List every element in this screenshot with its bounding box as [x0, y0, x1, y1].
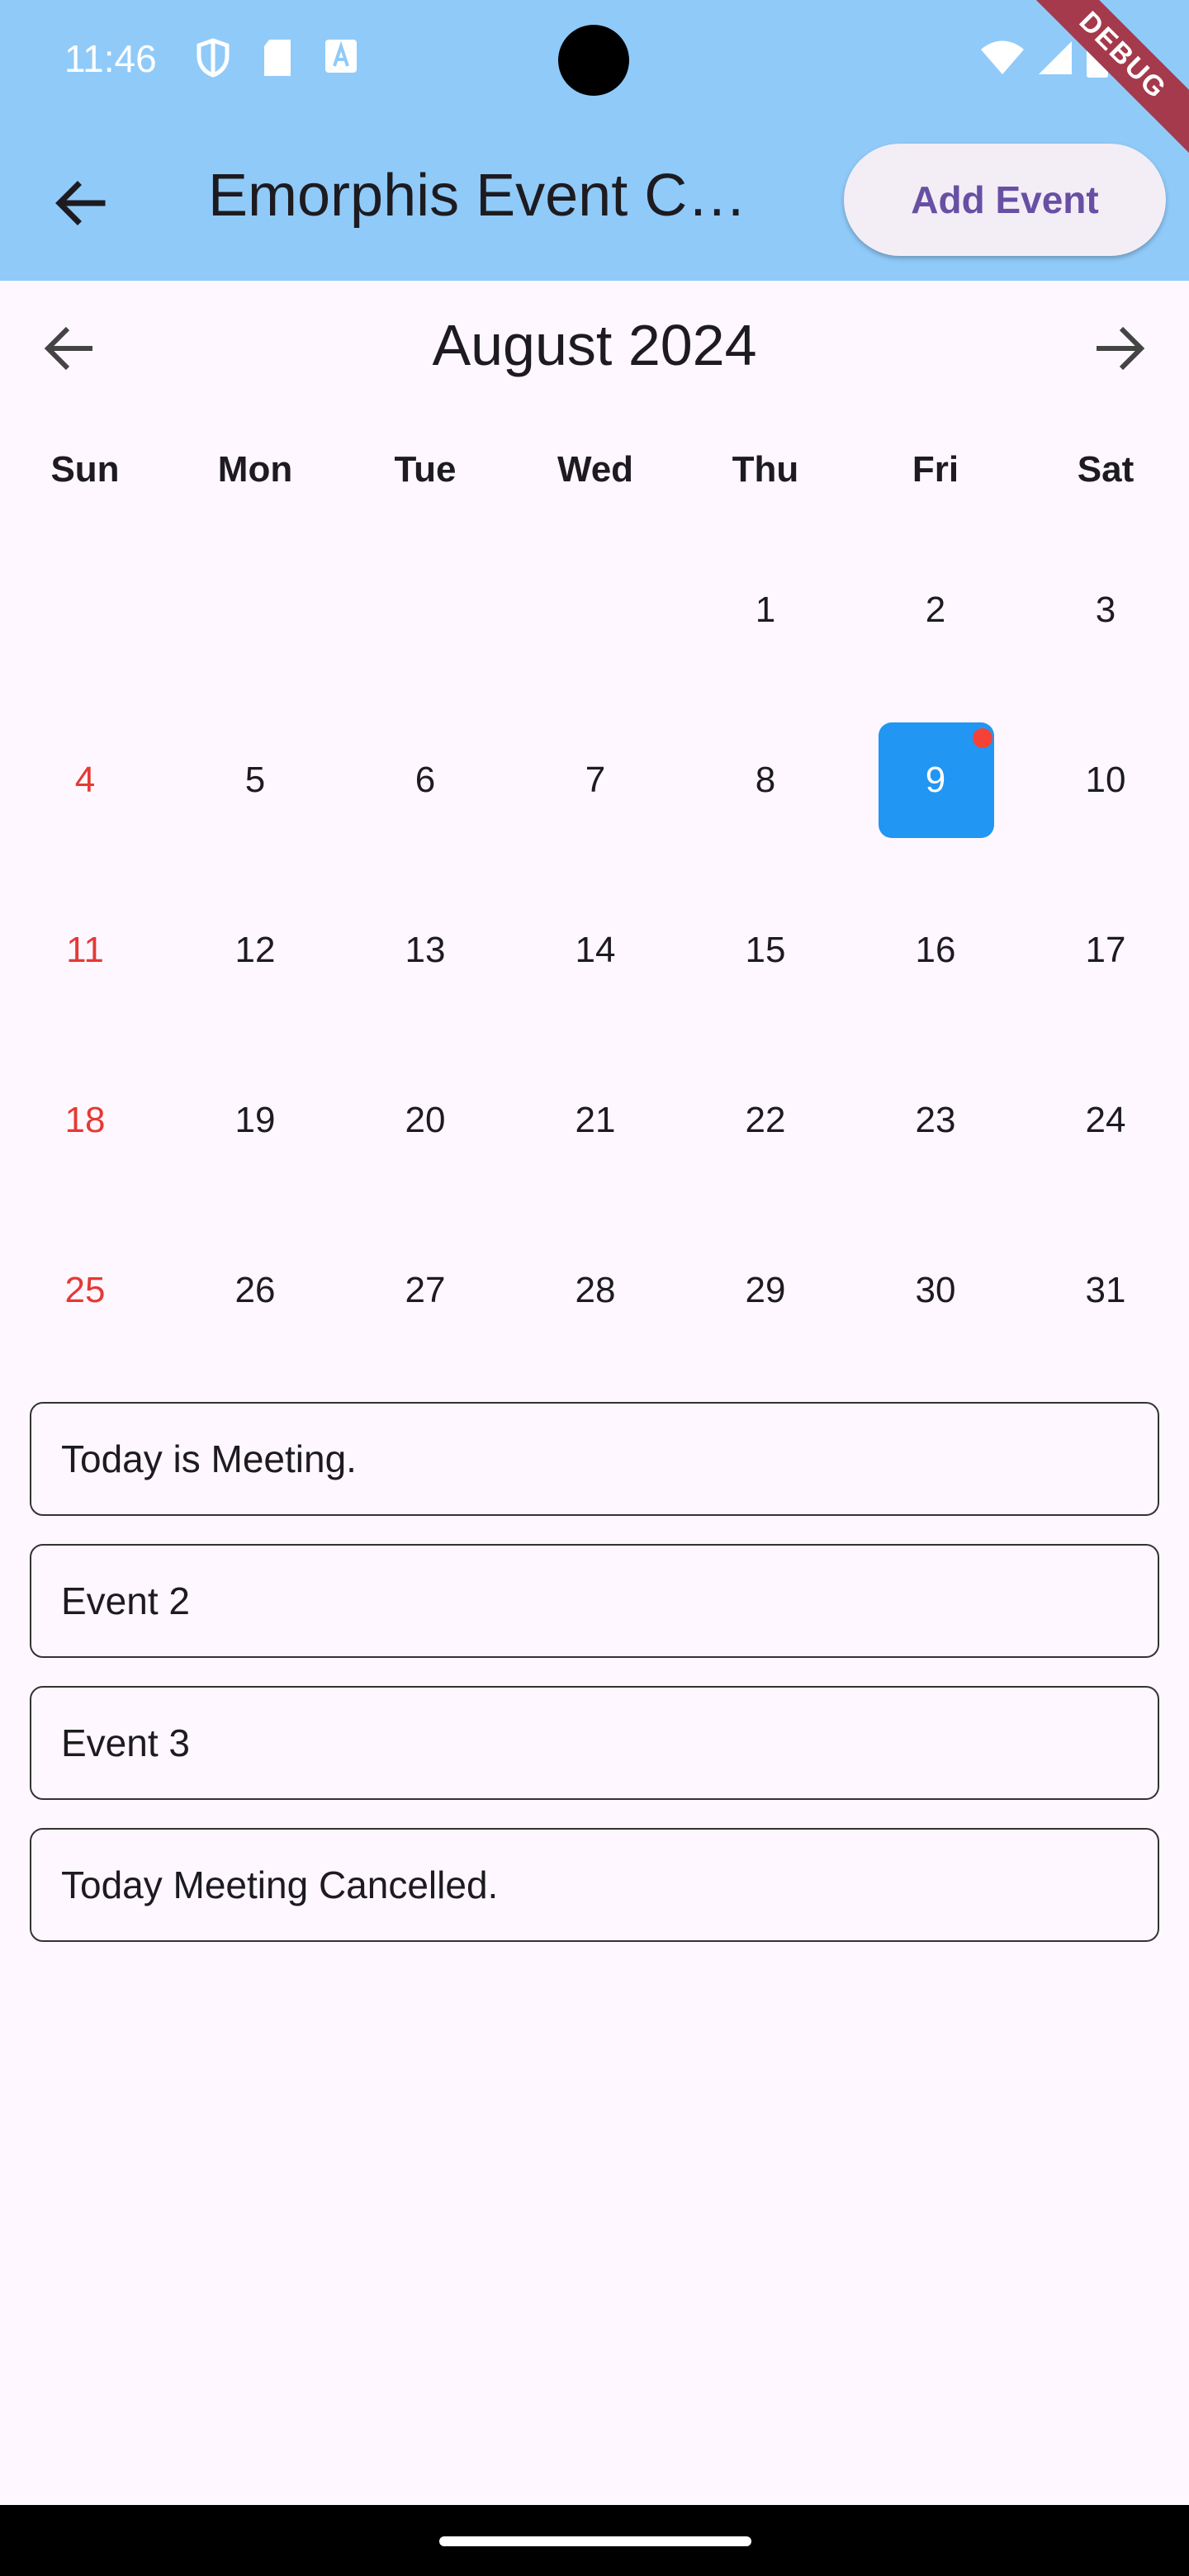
calendar-day-16[interactable]: 16	[850, 865, 1021, 1035]
calendar-day-20[interactable]: 20	[340, 1035, 510, 1205]
event-marker-dot	[973, 728, 992, 748]
calendar-day-14[interactable]: 14	[510, 865, 680, 1035]
weekday-label: Mon	[217, 449, 293, 490]
calendar-day-11[interactable]: 11	[0, 865, 170, 1035]
calendar-day-28[interactable]: 28	[510, 1205, 680, 1376]
add-event-button[interactable]: Add Event	[844, 144, 1166, 256]
calendar-day-7[interactable]: 7	[510, 695, 680, 865]
app-title: Emorphis Event C…	[208, 163, 747, 229]
front-camera	[558, 25, 629, 96]
calendar-day-2[interactable]: 2	[850, 525, 1021, 695]
calendar-day-8[interactable]: 8	[680, 695, 850, 865]
shield-icon	[195, 38, 231, 82]
wifi-icon	[979, 40, 1026, 80]
weekday-label: Sat	[1077, 449, 1135, 490]
calendar-day-13[interactable]: 13	[340, 865, 510, 1035]
calendar-day-9[interactable]: 9	[850, 695, 1021, 865]
calendar-day-3[interactable]: 3	[1021, 525, 1189, 695]
status-time: 11:46	[64, 37, 157, 80]
home-gesture-pill[interactable]	[439, 2536, 751, 2546]
calendar-day-22[interactable]: 22	[680, 1035, 850, 1205]
event-label: Event 3	[61, 1721, 190, 1764]
calendar-day-10[interactable]: 10	[1021, 695, 1189, 865]
calendar-day-31[interactable]: 31	[1021, 1205, 1189, 1376]
month-title: August 2024	[432, 313, 757, 377]
calendar-day-27[interactable]: 27	[340, 1205, 510, 1376]
calendar-day-6[interactable]: 6	[340, 695, 510, 865]
event-card[interactable]: Today is Meeting.	[30, 1402, 1159, 1516]
calendar-day-26[interactable]: 26	[170, 1205, 340, 1376]
weekday-label: Thu	[732, 449, 799, 490]
calendar-day-5[interactable]: 5	[170, 695, 340, 865]
app-bar: Emorphis Event C… Add Event	[0, 119, 1189, 281]
event-card[interactable]: Event 3	[30, 1686, 1159, 1800]
weekday-label: Fri	[912, 449, 959, 490]
system-navigation-bar	[0, 2505, 1189, 2576]
calendar-day-17[interactable]: 17	[1021, 865, 1189, 1035]
back-arrow-icon[interactable]	[48, 170, 114, 236]
sd-card-icon	[261, 38, 294, 82]
calendar-day-19[interactable]: 19	[170, 1035, 340, 1205]
calendar-day-24[interactable]: 24	[1021, 1035, 1189, 1205]
calendar-day-1[interactable]: 1	[680, 525, 850, 695]
next-month-icon[interactable]	[1087, 315, 1153, 381]
event-label: Event 2	[61, 1579, 190, 1622]
event-label: Today is Meeting.	[61, 1437, 357, 1480]
calendar-day-23[interactable]: 23	[850, 1035, 1021, 1205]
calendar-day-25[interactable]: 25	[0, 1205, 170, 1376]
calendar-day-12[interactable]: 12	[170, 865, 340, 1035]
event-label: Today Meeting Cancelled.	[61, 1863, 499, 1906]
font-a-icon	[324, 38, 358, 78]
weekday-label: Tue	[394, 449, 457, 490]
calendar-day-18[interactable]: 18	[0, 1035, 170, 1205]
calendar-day-15[interactable]: 15	[680, 865, 850, 1035]
calendar-day-21[interactable]: 21	[510, 1035, 680, 1205]
calendar-day-29[interactable]: 29	[680, 1205, 850, 1376]
calendar-day-30[interactable]: 30	[850, 1205, 1021, 1376]
signal-icon	[1035, 40, 1073, 80]
event-card[interactable]: Today Meeting Cancelled.	[30, 1828, 1159, 1942]
event-card[interactable]: Event 2	[30, 1544, 1159, 1658]
status-bar: 11:46	[0, 0, 1189, 119]
calendar-day-4[interactable]: 4	[0, 695, 170, 865]
weekday-label: Wed	[557, 449, 634, 490]
weekday-label: Sun	[50, 449, 120, 490]
